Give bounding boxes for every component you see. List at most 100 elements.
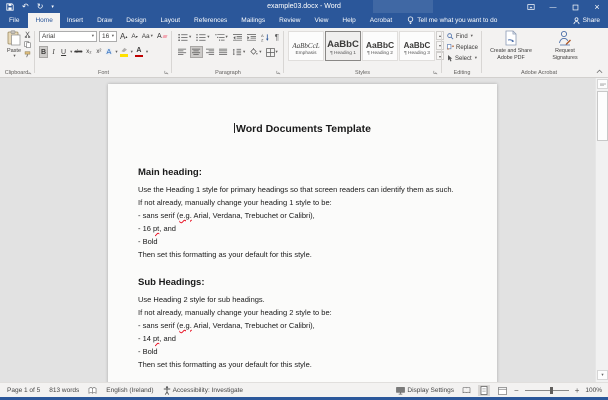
italic-icon[interactable]: I (49, 46, 58, 58)
paragraph-dialog-launcher-icon[interactable] (276, 70, 281, 75)
font-dialog-launcher-icon[interactable] (164, 70, 169, 75)
borders-icon[interactable]: ▾ (265, 47, 279, 58)
bullets-icon[interactable]: ▾ (177, 32, 192, 43)
request-signatures-button[interactable]: Request Signatures (539, 30, 591, 72)
shading-dropdown-icon[interactable]: ▾ (259, 50, 261, 55)
align-center-icon[interactable] (190, 46, 203, 58)
minimize-button[interactable]: — (542, 0, 564, 14)
find-button[interactable]: Find ▾ (447, 31, 478, 42)
font-size-combo[interactable]: 16 ▾ (99, 31, 117, 42)
styles-scroll-up-icon[interactable]: ▴ (436, 31, 444, 40)
undo-icon[interactable]: ↶ (22, 1, 29, 13)
shrink-font-icon[interactable]: A▾ (130, 32, 138, 41)
styles-scroll-down-icon[interactable]: ▾ (436, 41, 444, 50)
scrollbar-top-button[interactable] (597, 79, 608, 89)
scrollbar-thumb[interactable] (597, 91, 608, 141)
clear-formatting-icon[interactable]: A (156, 32, 168, 41)
tab-file[interactable]: File (0, 13, 28, 28)
underline-icon[interactable]: U (59, 46, 68, 58)
font-color-dropdown-icon[interactable]: ▾ (146, 50, 148, 55)
bullets-dropdown-icon[interactable]: ▾ (189, 35, 191, 40)
page-indicator[interactable]: Page 1 of 5 (7, 387, 40, 394)
collapse-ribbon-icon[interactable] (596, 69, 603, 74)
font-color-icon[interactable]: A (134, 46, 144, 58)
web-layout-view-icon[interactable] (496, 385, 508, 396)
scrollbar-bottom-button[interactable]: ▾ (597, 370, 608, 380)
underline-dropdown-icon[interactable]: ▾ (70, 50, 72, 55)
strikethrough-icon[interactable]: abc (73, 46, 83, 58)
cut-icon[interactable] (24, 31, 31, 38)
zoom-in-button[interactable]: + (575, 386, 580, 395)
ribbon-display-options-icon[interactable] (520, 0, 542, 14)
close-button[interactable]: × (586, 0, 608, 14)
save-icon[interactable] (6, 1, 14, 13)
paste-button[interactable]: Paste ▾ (3, 30, 25, 70)
line-spacing-icon[interactable]: ▾ (231, 47, 246, 57)
text-effects-dropdown-icon[interactable]: ▾ (115, 50, 117, 55)
zoom-slider-track[interactable] (525, 390, 569, 391)
vertical-scrollbar[interactable]: ▾ (595, 78, 608, 382)
align-left-icon[interactable] (177, 47, 188, 57)
clipboard-dialog-launcher-icon[interactable] (27, 70, 32, 75)
decrease-indent-icon[interactable] (232, 32, 243, 43)
multilevel-dropdown-icon[interactable]: ▾ (226, 35, 228, 40)
borders-dropdown-icon[interactable]: ▾ (276, 50, 278, 55)
style-heading-2[interactable]: AaBbC ¶ Heading 2 (362, 31, 398, 61)
print-layout-view-icon[interactable] (478, 385, 490, 396)
document-page[interactable]: Word Documents Template Main heading:Use… (108, 84, 497, 382)
tab-insert[interactable]: Insert (60, 13, 90, 28)
zoom-level[interactable]: 100% (585, 387, 602, 394)
text-effects-icon[interactable]: A (104, 46, 113, 58)
bold-icon[interactable]: B (39, 46, 48, 58)
grow-font-icon[interactable]: A▴ (119, 31, 128, 42)
align-right-icon[interactable] (205, 47, 216, 57)
subscript-icon[interactable]: x₂ (84, 46, 93, 58)
format-painter-icon[interactable] (24, 51, 31, 58)
tab-layout[interactable]: Layout (154, 13, 188, 28)
tab-mailings[interactable]: Mailings (234, 13, 272, 28)
accessibility-status[interactable]: Accessibility: Investigate (163, 386, 243, 395)
change-case-icon[interactable]: Aa▾ (141, 32, 154, 41)
tab-view[interactable]: View (307, 13, 335, 28)
redo-icon[interactable]: ↻ (37, 1, 44, 13)
tab-design[interactable]: Design (119, 13, 153, 28)
tab-help[interactable]: Help (335, 13, 362, 28)
highlight-dropdown-icon[interactable]: ▾ (131, 50, 133, 55)
style-emphasis[interactable]: AaBbCcL Emphasis (288, 31, 324, 61)
style-heading-3[interactable]: AaBbC ¶ Heading 3 (399, 31, 435, 61)
font-name-combo[interactable]: Arial ▾ (39, 31, 97, 42)
tab-draw[interactable]: Draw (90, 13, 119, 28)
replace-button[interactable]: Replace (447, 42, 478, 53)
tab-review[interactable]: Review (272, 13, 307, 28)
numbering-icon[interactable]: ▾ (195, 32, 210, 43)
tab-acrobat[interactable]: Acrobat (363, 13, 399, 28)
zoom-slider-thumb[interactable] (550, 387, 553, 394)
highlight-color-icon[interactable] (119, 46, 129, 58)
superscript-icon[interactable]: x² (94, 46, 103, 58)
style-heading-1[interactable]: AaBbC ¶ Heading 1 (325, 31, 361, 61)
paste-dropdown-icon[interactable]: ▾ (13, 54, 15, 59)
line-spacing-dropdown-icon[interactable]: ▾ (243, 50, 245, 55)
copy-icon[interactable] (24, 41, 31, 48)
tell-me-box[interactable]: Tell me what you want to do (407, 13, 497, 28)
multilevel-list-icon[interactable]: ▾ (214, 32, 229, 43)
shading-icon[interactable]: ▾ (248, 47, 262, 57)
proofing-icon[interactable] (88, 387, 97, 395)
select-button[interactable]: Select ▾ (447, 53, 478, 64)
create-share-pdf-button[interactable]: Create and Share Adobe PDF (485, 30, 537, 72)
share-button[interactable]: Share (573, 13, 600, 28)
word-count[interactable]: 813 words (49, 387, 79, 394)
tab-home[interactable]: Home (28, 13, 59, 28)
document-area[interactable]: Word Documents Template Main heading:Use… (0, 78, 608, 382)
styles-dialog-launcher-icon[interactable] (433, 70, 438, 75)
zoom-out-button[interactable]: − (514, 386, 519, 395)
numbering-dropdown-icon[interactable]: ▾ (207, 35, 209, 40)
restore-button[interactable] (564, 0, 586, 14)
increase-indent-icon[interactable] (246, 32, 257, 43)
display-settings-button[interactable]: Display Settings (396, 387, 454, 395)
zoom-slider[interactable] (525, 387, 569, 394)
show-paragraph-marks-icon[interactable]: ¶ (274, 32, 280, 43)
read-mode-view-icon[interactable] (460, 385, 472, 396)
language-indicator[interactable]: English (Ireland) (106, 387, 153, 394)
styles-more-icon[interactable]: ▾ (436, 51, 444, 60)
